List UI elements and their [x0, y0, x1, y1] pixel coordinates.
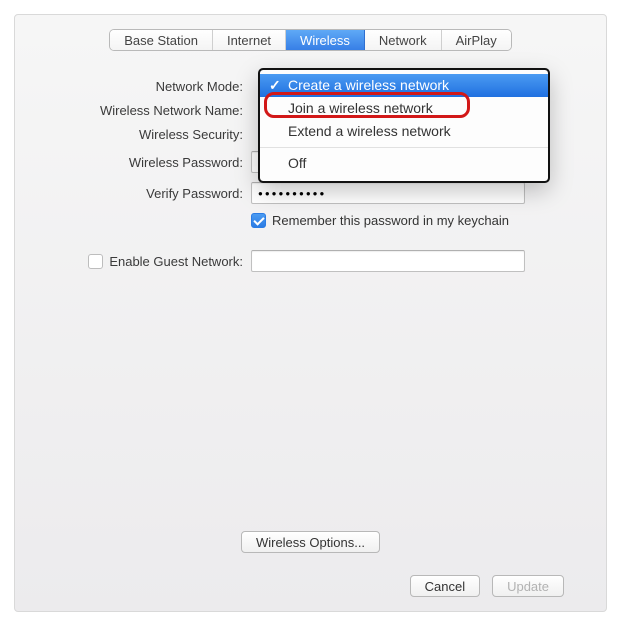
- wireless-security-label: Wireless Security:: [45, 127, 251, 142]
- menu-item-create-network[interactable]: Create a wireless network: [260, 74, 548, 97]
- network-mode-label: Network Mode:: [45, 79, 251, 94]
- tab-internet[interactable]: Internet: [213, 30, 286, 50]
- menu-item-off[interactable]: Off: [260, 152, 548, 175]
- tab-network[interactable]: Network: [365, 30, 442, 50]
- guest-network-name-input[interactable]: [251, 250, 525, 272]
- wireless-network-name-label: Wireless Network Name:: [45, 103, 251, 118]
- menu-separator: [260, 147, 548, 148]
- remember-password-checkbox[interactable]: [251, 213, 266, 228]
- enable-guest-network-label: Enable Guest Network:: [109, 254, 243, 269]
- tab-wireless[interactable]: Wireless: [286, 30, 365, 50]
- enable-guest-network-checkbox[interactable]: [88, 254, 103, 269]
- menu-item-extend-network[interactable]: Extend a wireless network: [260, 120, 548, 143]
- wireless-password-label: Wireless Password:: [45, 155, 251, 170]
- remember-password-label: Remember this password in my keychain: [272, 213, 509, 228]
- network-mode-menu: Create a wireless network Join a wireles…: [259, 69, 549, 182]
- cancel-button[interactable]: Cancel: [410, 575, 480, 597]
- tab-segment: Base Station Internet Wireless Network A…: [109, 29, 512, 51]
- tab-airplay[interactable]: AirPlay: [442, 30, 511, 50]
- wireless-options-button[interactable]: Wireless Options...: [241, 531, 380, 553]
- settings-panel: Base Station Internet Wireless Network A…: [14, 14, 607, 612]
- verify-password-input[interactable]: [251, 182, 525, 204]
- verify-password-label: Verify Password:: [45, 186, 251, 201]
- update-button[interactable]: Update: [492, 575, 564, 597]
- menu-item-join-network[interactable]: Join a wireless network: [260, 97, 548, 120]
- tab-bar: Base Station Internet Wireless Network A…: [15, 15, 606, 51]
- tab-base-station[interactable]: Base Station: [110, 30, 213, 50]
